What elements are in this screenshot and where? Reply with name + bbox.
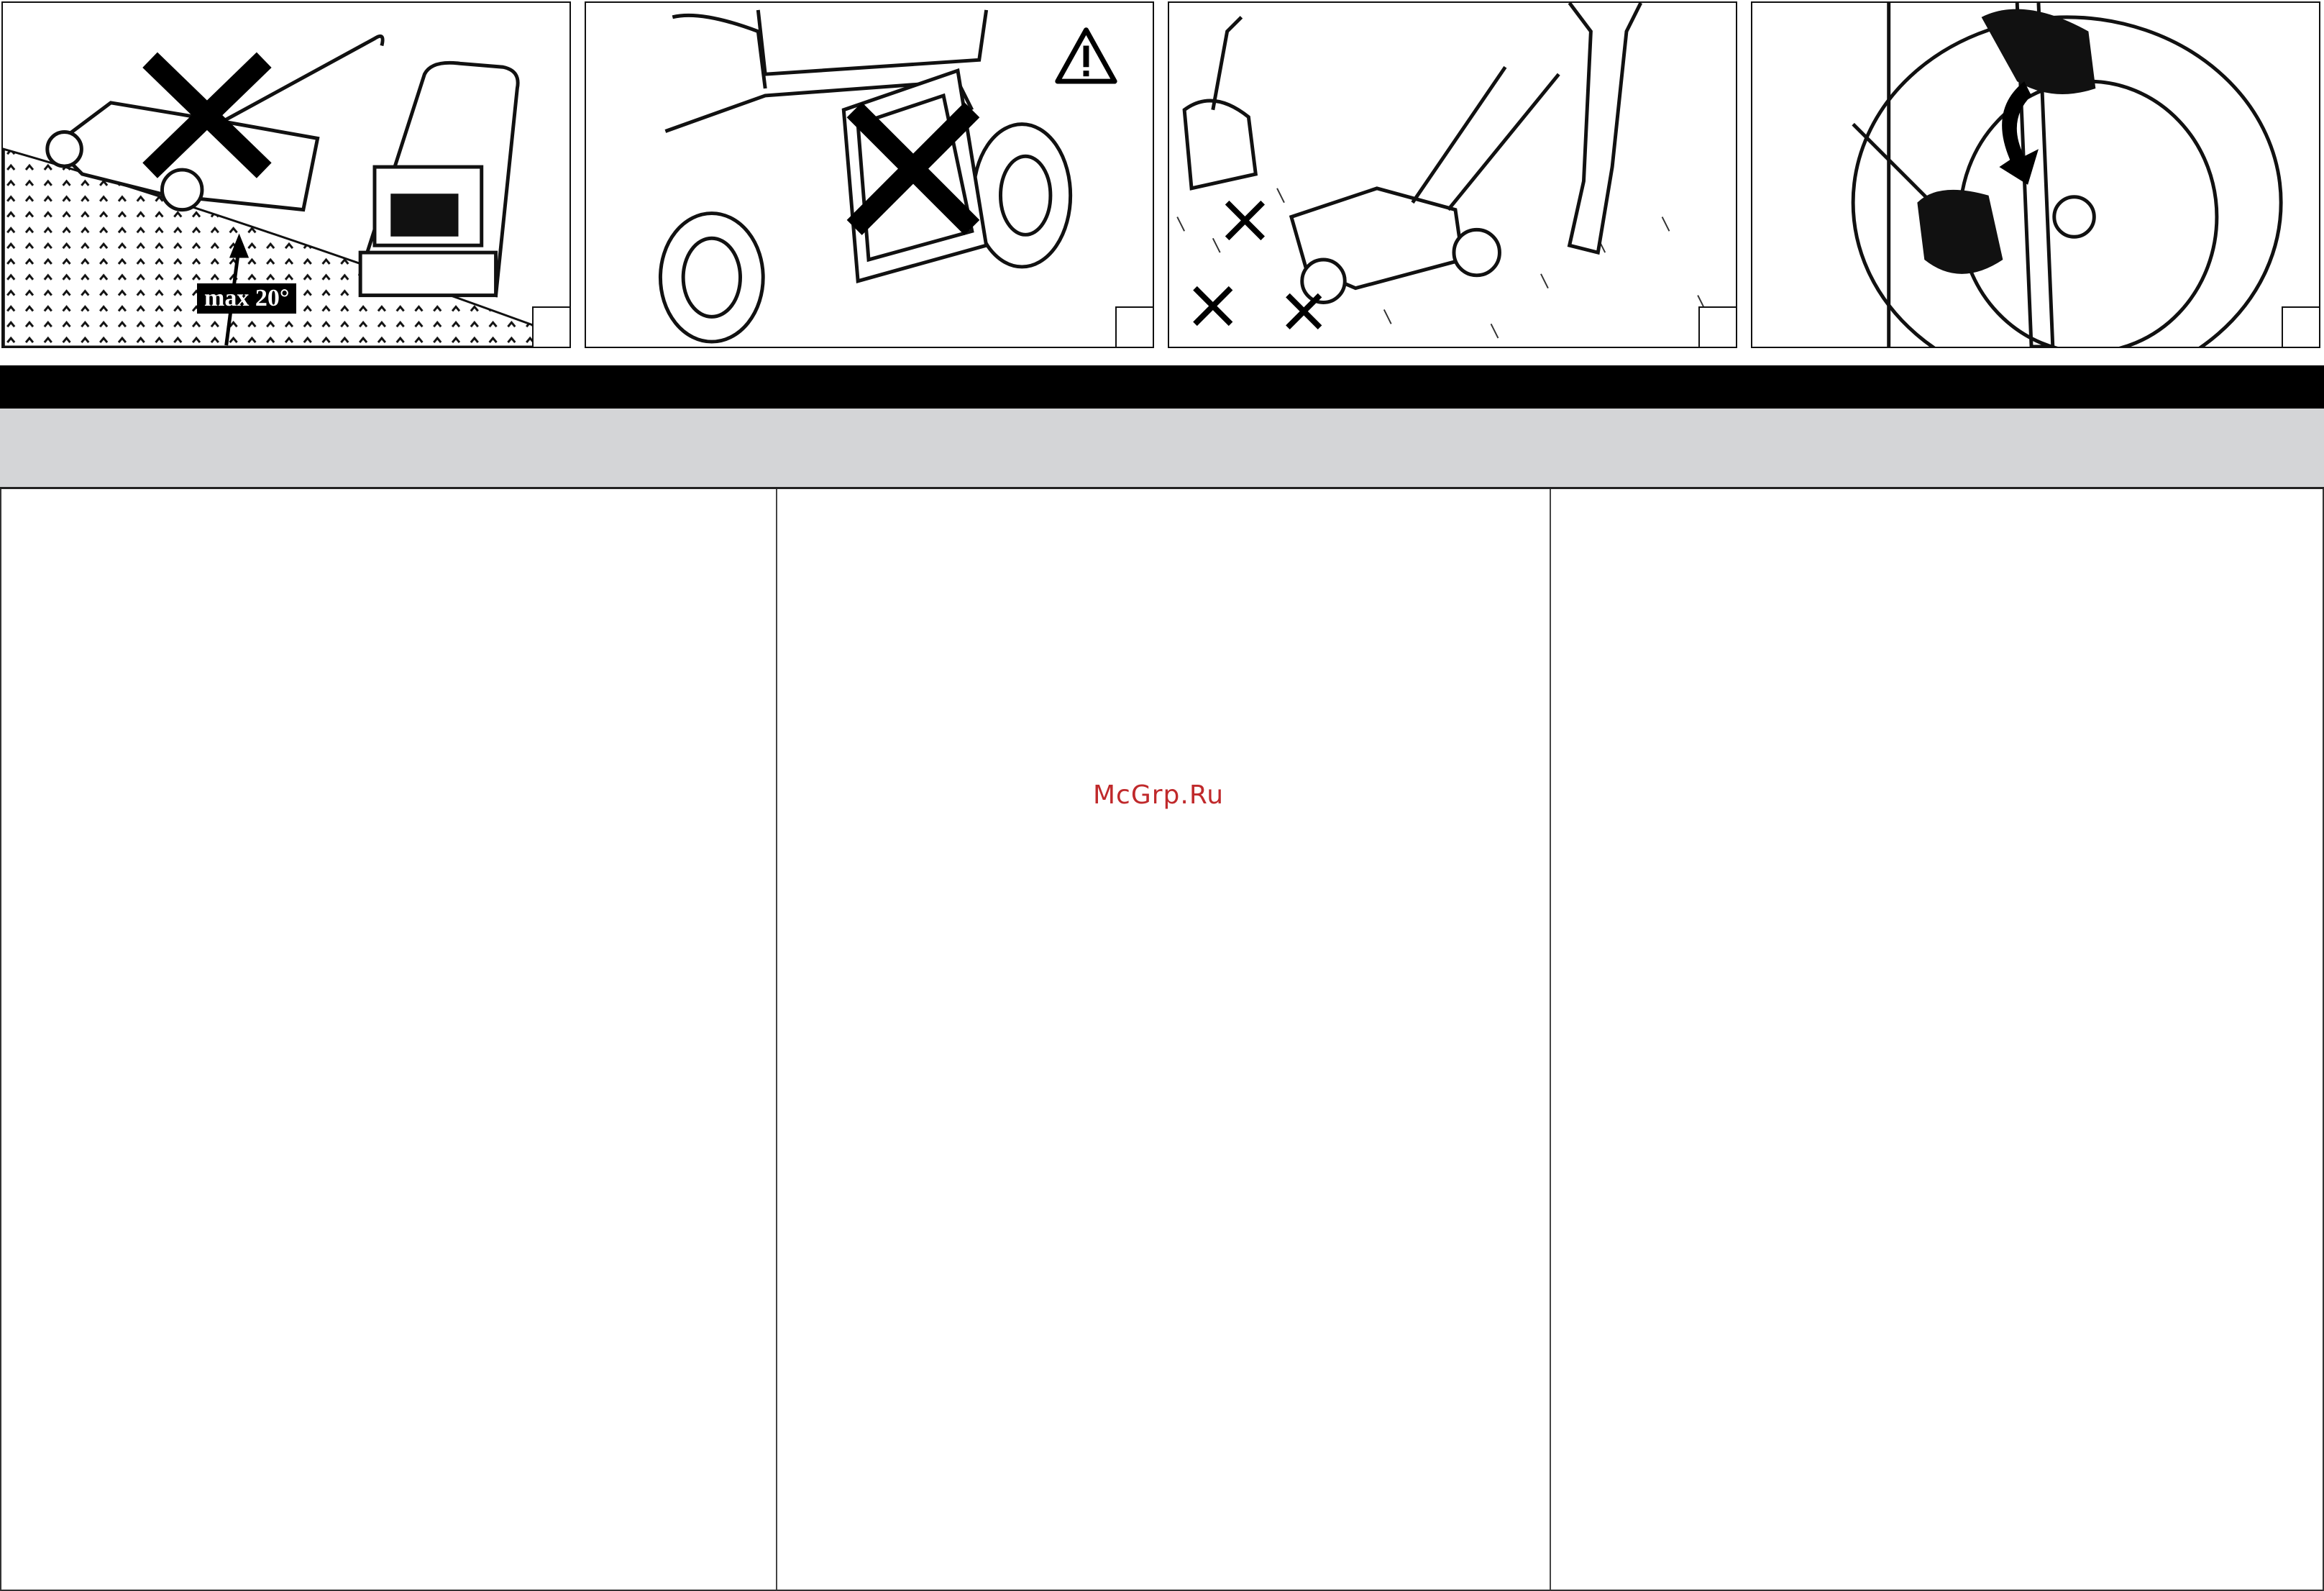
watermark: McGrp.Ru: [1093, 780, 1225, 810]
illustration-grass-bag: [585, 1, 1154, 348]
section-subheader-bar: [0, 409, 2324, 489]
blade-change-drawing: [1851, 3, 2283, 347]
figure-number-box: [532, 306, 569, 347]
illustration-blade-change: [1751, 1, 2320, 348]
figure-number-box: [1115, 306, 1153, 347]
rotate-arrow-icon: [1999, 81, 2039, 185]
obstacles-drawing: [1176, 3, 1706, 339]
grass-bag-drawing: [658, 9, 1117, 344]
text-columns: [0, 489, 2324, 1591]
warning-triangle-icon: [1055, 27, 1117, 84]
illustration-slope: max 20°: [1, 1, 571, 348]
column-divider: [1550, 489, 1551, 1590]
figure-number-box: [2282, 306, 2319, 347]
column-divider: [776, 489, 777, 1590]
figure-number-box: [1698, 306, 1736, 347]
illustration-obstacles: [1168, 1, 1737, 348]
section-header-bar: [0, 365, 2324, 409]
slope-angle-label: max 20°: [197, 283, 297, 314]
